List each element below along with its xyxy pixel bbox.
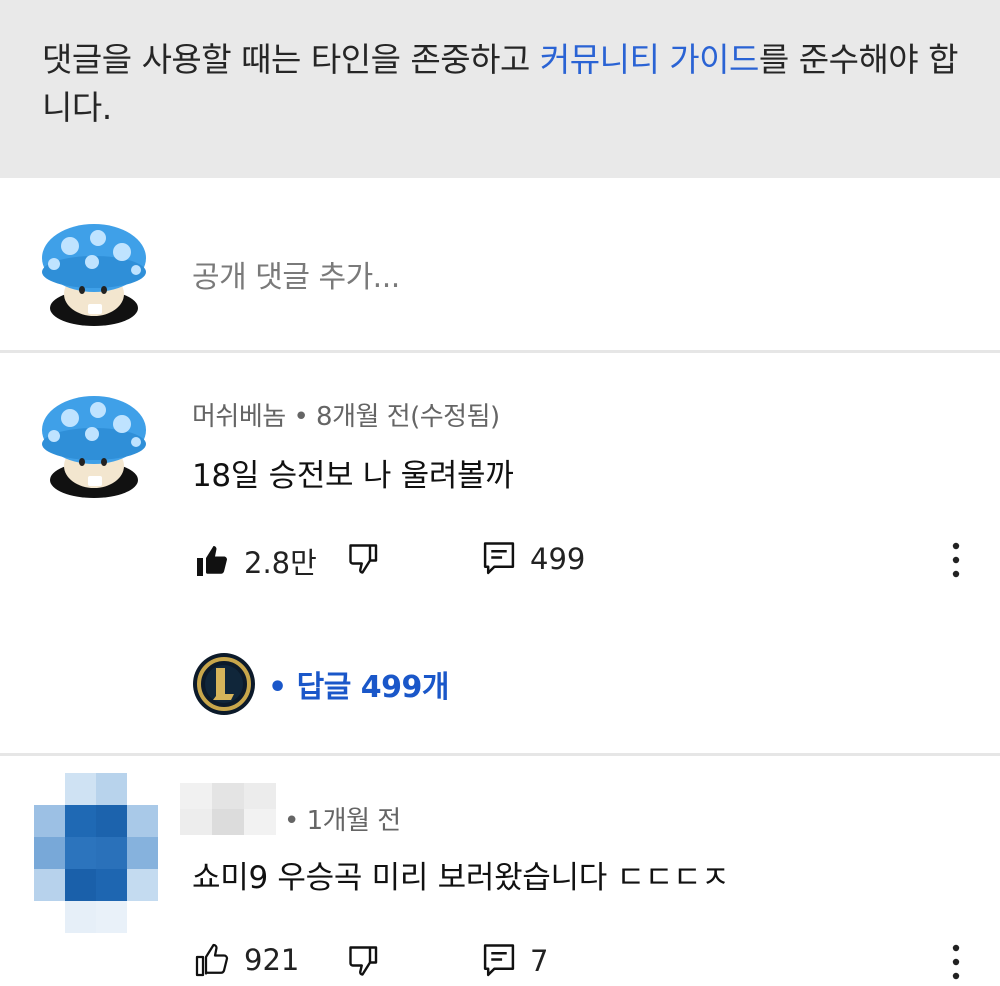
view-replies-link[interactable]: • 답글 499개 (192, 652, 450, 716)
comment-guidelines-banner: 댓글을 사용할 때는 타인을 존중하고 커뮤니티 가이드를 준수해야 합니다. (0, 0, 1000, 178)
add-comment-row[interactable]: 공개 댓글 추가... (0, 178, 1000, 350)
blurred-author-name[interactable] (180, 783, 276, 835)
thumbs-down-icon (349, 946, 378, 976)
community-guidelines-link[interactable]: 커뮤니티 가이드 (540, 40, 760, 79)
reply-button[interactable]: 7 (482, 942, 548, 980)
add-comment-input[interactable]: 공개 댓글 추가... (192, 252, 400, 296)
comment-time: • 8개월 전(수정됨) (293, 402, 500, 432)
like-button[interactable]: 921 (194, 942, 299, 978)
like-count: 921 (244, 943, 300, 977)
dislike-button[interactable] (346, 943, 382, 979)
reply-icon (483, 542, 515, 575)
reply-icon (483, 944, 515, 977)
comment-text: 쇼미9 우승곡 미리 보러왔습니다 ㄷㄷㄷㅈ (192, 860, 730, 896)
guidelines-text: 댓글을 사용할 때는 타인을 존중하고 커뮤니티 가이드를 준수해야 합니다. (42, 36, 962, 132)
comment-meta: 머쉬베놈 • 8개월 전(수정됨) (192, 396, 500, 433)
blurred-avatar[interactable] (34, 773, 158, 933)
lol-channel-avatar (193, 653, 255, 715)
dislike-button[interactable] (346, 541, 382, 577)
reply-count: 7 (530, 944, 549, 978)
replies-label[interactable]: • 답글 499개 (268, 662, 450, 706)
thumbs-up-icon (195, 943, 229, 977)
reply-count: 499 (530, 542, 586, 576)
guidelines-prefix: 댓글을 사용할 때는 타인을 존중하고 (42, 40, 540, 79)
like-button[interactable]: 2.8만 (194, 540, 317, 582)
more-vert-icon[interactable] (946, 540, 966, 580)
divider (0, 350, 1000, 353)
like-count: 2.8만 (244, 546, 317, 580)
more-vert-icon[interactable] (946, 942, 966, 982)
thumbs-up-icon (197, 546, 227, 576)
divider (0, 753, 1000, 756)
comment-text: 18일 승전보 나 울려볼까 (192, 458, 514, 494)
mushroom-avatar[interactable] (40, 220, 148, 328)
reply-button[interactable]: 499 (482, 540, 585, 578)
comment-author[interactable]: 머쉬베놈 (192, 402, 286, 432)
mushroom-avatar[interactable] (40, 392, 148, 500)
thumbs-down-icon (349, 544, 378, 574)
comment-time: • 1개월 전 (284, 806, 401, 836)
